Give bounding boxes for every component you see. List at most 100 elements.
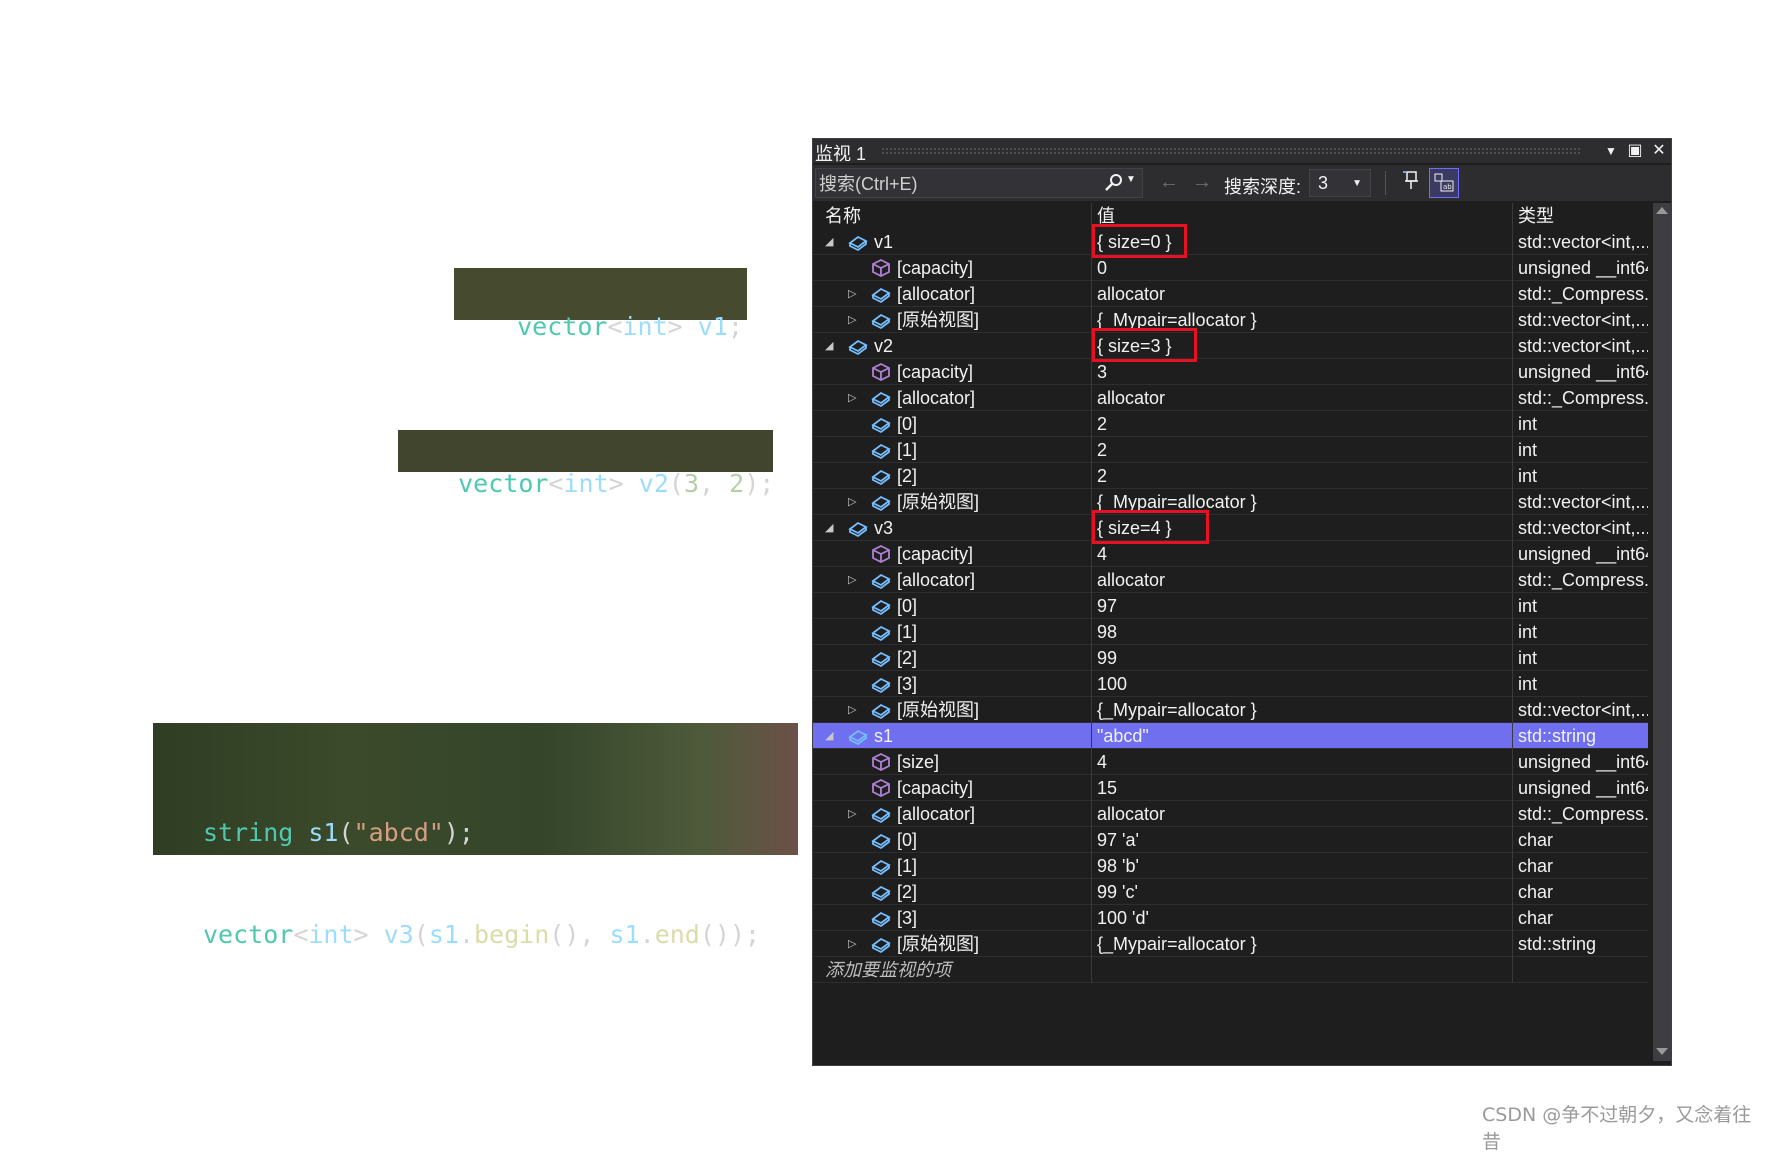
- watch-row[interactable]: ◢ v1{ size=0 } std::vector<int,...: [813, 229, 1648, 255]
- column-divider[interactable]: [1512, 203, 1513, 229]
- search-depth-select[interactable]: 3 ▼: [1309, 169, 1371, 197]
- forward-arrow-icon[interactable]: →: [1192, 171, 1212, 194]
- search-input[interactable]: [816, 169, 1101, 199]
- search-icon[interactable]: [1102, 173, 1126, 193]
- variable-name: [capacity]: [897, 362, 974, 382]
- watch-row[interactable]: ▷ [原始视图] {_Mypair=allocator } std::vector<i…: [813, 489, 1648, 515]
- scroll-down-icon[interactable]: [1656, 1048, 1668, 1055]
- variable-value: {_Mypair=allocator }: [1097, 700, 1257, 720]
- collapse-arrow-icon[interactable]: ◢: [825, 515, 833, 541]
- variable-name: [2]: [897, 466, 918, 486]
- type-cell: std::_Compress...: [1518, 284, 1648, 304]
- watch-row[interactable]: ▷ [allocator] allocator std::_Compress...: [813, 385, 1648, 411]
- name-cell: [size]: [813, 749, 1091, 775]
- title-bar: 监视 1 ▼ ▣ ✕: [813, 139, 1671, 164]
- variable-value: {_Mypair=allocator }: [1097, 310, 1257, 330]
- watch-row[interactable]: [3] 100 'd' char: [813, 905, 1648, 931]
- watch-window: 监视 1 ▼ ▣ ✕ ▼ ← → 搜索深度: 3 ▼: [812, 138, 1672, 1066]
- watch-row[interactable]: [capacity] 15 unsigned __int64: [813, 775, 1648, 801]
- type-cell: std::vector<int,...: [1518, 700, 1648, 720]
- variable-name: [allocator]: [897, 570, 976, 590]
- scroll-up-icon[interactable]: [1656, 207, 1668, 214]
- code-line: string s1("abcd");: [203, 818, 474, 847]
- watch-row[interactable]: [size] 4 unsigned __int64: [813, 749, 1648, 775]
- watch-row[interactable]: [capacity] 0 unsigned __int64: [813, 255, 1648, 281]
- expand-arrow-icon[interactable]: ▷: [848, 801, 856, 827]
- search-options-chevron-icon[interactable]: ▼: [1126, 174, 1136, 185]
- watch-row[interactable]: [0] 97 'a' char: [813, 827, 1648, 853]
- watch-row[interactable]: ▷ [原始视图] {_Mypair=allocator } std::string: [813, 931, 1648, 957]
- name-cell: [2]: [813, 879, 1091, 905]
- watch-row[interactable]: ◢ v3{ size=4 } std::vector<int,...: [813, 515, 1648, 541]
- variable-value: 98 'b': [1097, 856, 1139, 876]
- type-cell: std::_Compress...: [1518, 804, 1648, 824]
- watch-row[interactable]: ◢ s1 "abcd"⌕查看 ▼ std::string: [813, 723, 1648, 749]
- back-arrow-icon[interactable]: ←: [1159, 171, 1179, 194]
- watch-row[interactable]: [capacity] 4 unsigned __int64: [813, 541, 1648, 567]
- value-cell: 4: [1094, 541, 1511, 567]
- collapse-arrow-icon[interactable]: ◢: [825, 723, 833, 749]
- variable-value: 2: [1097, 440, 1108, 460]
- watch-row[interactable]: [1] 98 'b' char: [813, 853, 1648, 879]
- variable-value: 3: [1097, 362, 1108, 382]
- value-cell: "abcd"⌕查看 ▼: [1094, 723, 1511, 749]
- watch-row[interactable]: ▷ [allocator] allocator std::_Compress...: [813, 281, 1648, 307]
- variable-name: v3: [874, 518, 894, 538]
- watch-row[interactable]: [0] 97 int: [813, 593, 1648, 619]
- column-divider: [1512, 229, 1513, 983]
- value-cell: 3: [1094, 359, 1511, 385]
- close-icon[interactable]: ✕: [1648, 139, 1670, 163]
- collapse-arrow-icon[interactable]: ◢: [825, 229, 833, 255]
- search-depth-value: 3: [1318, 173, 1329, 193]
- search-depth-label: 搜索深度:: [1224, 177, 1302, 197]
- collapse-arrow-icon[interactable]: ◢: [825, 333, 833, 359]
- variable-value: 2: [1097, 466, 1108, 486]
- add-watch-placeholder[interactable]: 添加要监视的项: [825, 957, 951, 984]
- expand-arrow-icon[interactable]: ▷: [848, 385, 856, 411]
- value-cell: 2: [1094, 437, 1511, 463]
- watch-row[interactable]: ◢ v2{ size=3 } std::vector<int,...: [813, 333, 1648, 359]
- dropdown-icon[interactable]: ▼: [1600, 139, 1622, 163]
- maximize-icon[interactable]: ▣: [1624, 139, 1646, 163]
- watch-row[interactable]: [2] 2 int: [813, 463, 1648, 489]
- watch-row[interactable]: ▷ [原始视图] {_Mypair=allocator } std::vector<i…: [813, 697, 1648, 723]
- variable-value: 99: [1097, 648, 1118, 668]
- type-cell: char: [1518, 856, 1554, 876]
- expand-arrow-icon[interactable]: ▷: [848, 697, 856, 723]
- name-cell: [0]: [813, 827, 1091, 853]
- expand-arrow-icon[interactable]: ▷: [848, 567, 856, 593]
- column-header-name[interactable]: 名称: [825, 203, 861, 228]
- watch-row[interactable]: ▷ [allocator] allocator std::_Compress...: [813, 801, 1648, 827]
- variable-value: 99 'c': [1097, 882, 1138, 902]
- watch-row[interactable]: [1] 98 int: [813, 619, 1648, 645]
- type-cell: std::vector<int,...: [1518, 518, 1648, 538]
- watch-row[interactable]: [capacity] 3 unsigned __int64: [813, 359, 1648, 385]
- vertical-scrollbar[interactable]: [1653, 203, 1671, 1061]
- add-watch-row[interactable]: 添加要监视的项: [813, 957, 1648, 983]
- watch-row[interactable]: [3] 100 int: [813, 671, 1648, 697]
- expand-arrow-icon[interactable]: ▷: [848, 307, 856, 333]
- variable-name: [allocator]: [897, 388, 976, 408]
- name-cell: ▷ [allocator]: [813, 567, 1091, 593]
- watch-row[interactable]: [2] 99 'c' char: [813, 879, 1648, 905]
- watch-row[interactable]: [2] 99 int: [813, 645, 1648, 671]
- type-cell: std::vector<int,...: [1518, 492, 1648, 512]
- column-header-type[interactable]: 类型: [1518, 203, 1554, 228]
- watch-row[interactable]: [0] 2 int: [813, 411, 1648, 437]
- variable-name: [allocator]: [897, 804, 976, 824]
- variable-value: {_Mypair=allocator }: [1097, 492, 1257, 512]
- name-cell: ◢ s1: [813, 723, 1091, 749]
- variable-name: [原始视图]: [897, 934, 980, 954]
- watch-row[interactable]: ▷ [allocator] allocator std::_Compress...: [813, 567, 1648, 593]
- variable-name: [原始视图]: [897, 310, 980, 330]
- expand-arrow-icon[interactable]: ▷: [848, 931, 856, 957]
- expand-arrow-icon[interactable]: ▷: [848, 281, 856, 307]
- watch-row[interactable]: [1] 2 int: [813, 437, 1648, 463]
- expand-arrow-icon[interactable]: ▷: [848, 489, 856, 515]
- hex-display-button[interactable]: ab: [1429, 168, 1459, 198]
- pin-button[interactable]: [1398, 169, 1424, 197]
- title-grip[interactable]: [881, 147, 1581, 155]
- watch-row[interactable]: ▷ [原始视图] {_Mypair=allocator } std::vector<i…: [813, 307, 1648, 333]
- variable-name: [2]: [897, 882, 918, 902]
- type-cell: int: [1518, 466, 1538, 486]
